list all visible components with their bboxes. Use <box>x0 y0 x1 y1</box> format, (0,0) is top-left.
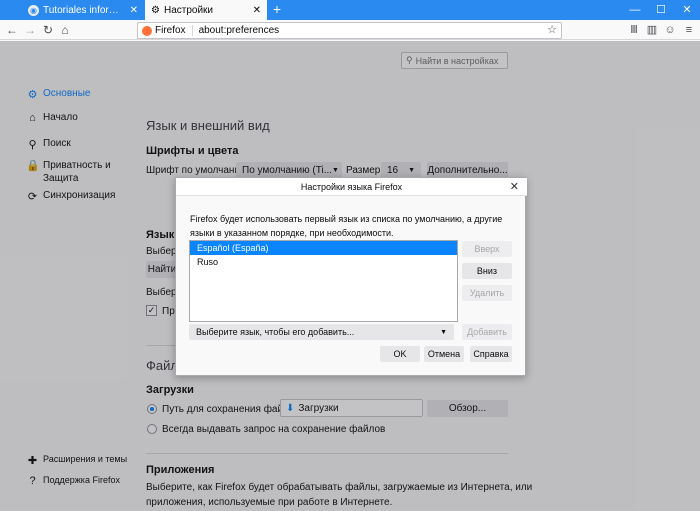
list-item[interactable]: Español (España) <box>190 241 457 255</box>
minimize-button[interactable]: — <box>622 0 648 20</box>
cancel-button[interactable]: Отмена <box>424 346 464 362</box>
nav-bar: ← → ↻ ⌂ Firefox about:preferences ☆ Ⅲ ▥ … <box>0 20 700 40</box>
url-text[interactable]: about:preferences <box>199 25 280 36</box>
forward-button[interactable]: → <box>21 20 39 40</box>
gear-icon: ⚙ <box>151 4 160 16</box>
dialog-title-text: Настройки языка Firefox <box>300 182 403 192</box>
identity-label: Firefox <box>155 25 193 36</box>
ok-button[interactable]: OK <box>380 346 420 362</box>
globe-icon: ◉ <box>28 4 39 16</box>
tab-label: Tutoriales informática y tecno <box>43 4 126 16</box>
list-item[interactable]: Ruso <box>190 255 457 269</box>
close-window-button[interactable]: ✕ <box>674 0 700 20</box>
add-language-select[interactable]: Выберите язык, чтобы его добавить... ▼ <box>189 324 454 340</box>
maximize-button[interactable]: ☐ <box>648 0 674 20</box>
tab-bar: ◉ Tutoriales informática y tecno ✕ ⚙ Нас… <box>0 0 700 20</box>
bookmark-star-icon[interactable]: ☆ <box>547 23 557 36</box>
close-icon[interactable]: ✕ <box>510 178 519 196</box>
dialog-title: Настройки языка Firefox ✕ <box>176 178 527 196</box>
tab-label: Настройки <box>163 4 214 16</box>
new-tab-button[interactable]: + <box>270 0 284 20</box>
select-placeholder: Выберите язык, чтобы его добавить... <box>196 327 355 337</box>
tab-settings[interactable]: ⚙ Настройки ✕ <box>145 0 267 20</box>
menu-icon[interactable]: ≡ <box>681 22 697 38</box>
home-button[interactable]: ⌂ <box>56 20 74 40</box>
sidebar-icon[interactable]: ▥ <box>644 22 660 38</box>
language-list[interactable]: Español (España) Ruso <box>189 240 458 322</box>
remove-button[interactable]: Удалить <box>462 285 512 301</box>
reload-button[interactable]: ↻ <box>39 20 57 40</box>
move-up-button[interactable]: Вверх <box>462 241 512 257</box>
dialog-description: Firefox будет использовать первый язык и… <box>190 214 503 238</box>
close-tab-icon[interactable]: ✕ <box>130 5 138 16</box>
language-settings-dialog: Настройки языка Firefox ✕ Firefox будет … <box>175 177 527 376</box>
add-button[interactable]: Добавить <box>462 324 512 340</box>
firefox-logo-icon <box>142 25 152 36</box>
dropdown-arrow-icon: ▼ <box>440 328 447 336</box>
url-bar[interactable]: Firefox about:preferences ☆ <box>137 22 562 39</box>
close-tab-icon[interactable]: ✕ <box>253 5 261 16</box>
back-button[interactable]: ← <box>3 20 21 40</box>
tab-tutoriales[interactable]: ◉ Tutoriales informática y tecno ✕ <box>22 0 144 20</box>
account-icon[interactable]: ☺ <box>662 22 678 38</box>
library-icon[interactable]: Ⅲ <box>626 22 642 38</box>
move-down-button[interactable]: Вниз <box>462 263 512 279</box>
help-button[interactable]: Справка <box>470 346 512 362</box>
